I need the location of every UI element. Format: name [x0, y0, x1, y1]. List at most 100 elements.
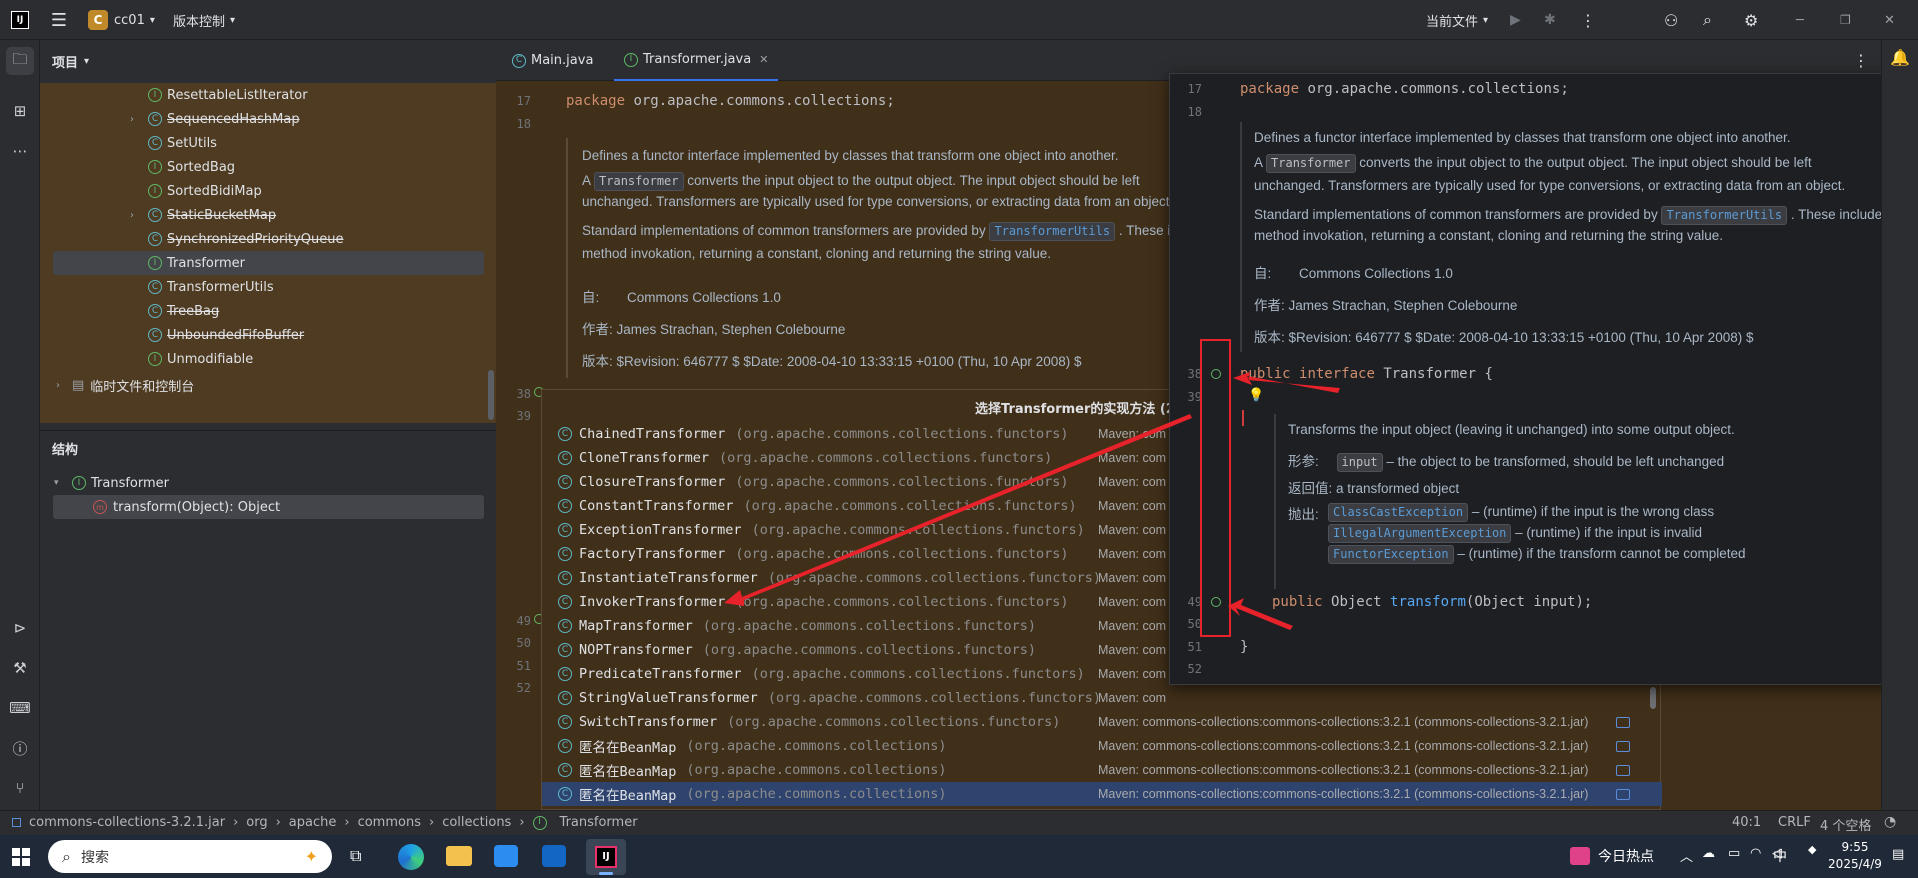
- transformer-utils-chip[interactable]: TransformerUtils: [1661, 206, 1788, 225]
- package-name: org.apache.commons.collections;: [1307, 81, 1569, 97]
- ime-indicator[interactable]: 中: [1773, 846, 1787, 866]
- breadcrumb-item[interactable]: apache: [289, 815, 337, 830]
- run-icon[interactable]: ▶: [1510, 0, 1521, 40]
- add-user-icon[interactable]: ⚇: [1664, 0, 1678, 40]
- breadcrumb-item[interactable]: Transformer: [560, 815, 638, 830]
- project-tree-item[interactable]: C TreeBag: [40, 299, 496, 323]
- project-tree-item[interactable]: I Transformer: [53, 251, 484, 275]
- implementation-item[interactable]: C SwitchTransformer (org.apache.commons.co…: [542, 710, 1662, 734]
- outlook-icon[interactable]: [542, 845, 566, 867]
- exception-chip[interactable]: ClassCastException: [1328, 503, 1469, 522]
- security-icon[interactable]: ◆: [1808, 843, 1816, 856]
- line-number: 17: [1187, 82, 1202, 96]
- intellij-logo-icon[interactable]: IJ: [8, 0, 32, 40]
- param-desc: – the object to be transformed, should b…: [1386, 454, 1725, 469]
- chevron-right-icon[interactable]: ›: [130, 114, 148, 125]
- minimize-icon[interactable]: ─: [1796, 0, 1804, 40]
- lightbulb-icon[interactable]: 💡: [1248, 388, 1264, 403]
- close-tab-icon[interactable]: ✕: [759, 53, 768, 66]
- project-tree-item[interactable]: C SynchronizedPriorityQueue: [40, 227, 496, 251]
- breadcrumb-jar[interactable]: commons-collections-3.2.1.jar: [29, 815, 225, 830]
- notification-center-icon[interactable]: ▤: [1892, 847, 1904, 862]
- restore-icon[interactable]: ❐: [1840, 0, 1851, 40]
- line-separator[interactable]: CRLF: [1778, 815, 1811, 830]
- windows-start-icon[interactable]: [12, 848, 30, 866]
- implementation-item[interactable]: C 匿名在BeanMap (org.apache.commons.collectio…: [542, 734, 1662, 758]
- settings-gear-icon[interactable]: ⚙: [1744, 0, 1758, 40]
- class-icon: C: [512, 53, 526, 68]
- line-number: 50: [1187, 617, 1202, 631]
- implemented-gutter-icon[interactable]: [1211, 597, 1221, 607]
- transformer-utils-chip[interactable]: TransformerUtils: [989, 222, 1116, 241]
- taskbar-search-box[interactable]: ⌕ 搜索 ✦: [48, 840, 332, 873]
- project-switcher[interactable]: C cc01 ▾: [88, 0, 155, 40]
- edge-browser-icon[interactable]: [398, 844, 424, 870]
- project-folder-icon[interactable]: 🗀: [6, 47, 34, 75]
- implementation-item[interactable]: C 匿名在BeanMap (org.apache.commons.collectio…: [542, 758, 1662, 782]
- debug-icon[interactable]: ✱: [1544, 0, 1556, 40]
- implemented-gutter-icon[interactable]: [1211, 369, 1221, 379]
- project-panel-header[interactable]: 项目 ▾: [52, 52, 89, 71]
- breadcrumb-item[interactable]: collections: [442, 815, 511, 830]
- tray-chevron-icon[interactable]: ︿: [1680, 846, 1693, 865]
- project-tree-item[interactable]: C SetUtils: [40, 131, 496, 155]
- tree-scrollbar[interactable]: [488, 370, 494, 420]
- implementation-package: (org.apache.commons.collections.functors…: [767, 570, 1102, 586]
- file-explorer-icon[interactable]: [446, 846, 472, 866]
- project-tree-item[interactable]: I Unmodifiable: [40, 347, 496, 371]
- caret-position[interactable]: 40:1: [1732, 815, 1761, 830]
- breadcrumb-item[interactable]: org: [246, 815, 267, 830]
- terminal-icon[interactable]: ⌨: [6, 694, 34, 722]
- store-icon[interactable]: [494, 845, 518, 867]
- more-tools-icon[interactable]: ⋯: [6, 137, 34, 165]
- implementation-item[interactable]: C 匿名在BeanMap (org.apache.commons.collectio…: [542, 782, 1662, 806]
- vcs-menu[interactable]: 版本控制 ▾: [173, 0, 235, 40]
- tab-transformer-java[interactable]: I Transformer.java ✕: [614, 40, 779, 81]
- project-tree-item[interactable]: I SortedBag: [40, 155, 496, 179]
- notifications-bell-icon[interactable]: 🔔: [1890, 48, 1910, 67]
- project-tree-item[interactable]: C TransformerUtils: [40, 275, 496, 299]
- chevron-right-icon[interactable]: ›: [56, 380, 72, 391]
- scratches-node[interactable]: › ▤ 临时文件和控制台: [40, 373, 496, 397]
- class-icon: C: [148, 328, 162, 342]
- package-statement: package org.apache.commons.collections;: [1240, 81, 1569, 97]
- popup-scrollbar[interactable]: [1650, 687, 1656, 709]
- task-view-icon[interactable]: ⧉: [350, 846, 361, 866]
- clock[interactable]: 9:55 2025/4/9: [1820, 839, 1890, 873]
- news-widget[interactable]: 今日热点: [1570, 846, 1654, 866]
- project-tree-item[interactable]: › C StaticBucketMap: [40, 203, 496, 227]
- chevron-right-icon[interactable]: ›: [130, 210, 148, 221]
- project-tree-item[interactable]: › C SequencedHashMap: [40, 107, 496, 131]
- structure-method[interactable]: m transform(Object): Object: [53, 495, 484, 519]
- implementation-item[interactable]: C StringValueTransformer (org.apache.commo…: [542, 686, 1662, 710]
- transformer-chip[interactable]: Transformer: [594, 172, 684, 191]
- interface-icon: I: [148, 184, 162, 198]
- more-actions-icon[interactable]: ⋮: [1580, 0, 1596, 40]
- wifi-icon[interactable]: ◠: [1750, 846, 1761, 861]
- project-tree-item[interactable]: I ResettableListIterator: [40, 83, 496, 107]
- tab-main-java[interactable]: C Main.java: [512, 40, 593, 81]
- problems-icon[interactable]: ⓘ: [6, 734, 34, 762]
- search-icon[interactable]: ⌕: [1703, 0, 1712, 40]
- build-hammer-icon[interactable]: ⚒: [6, 654, 34, 682]
- main-menu-icon[interactable]: ☰: [48, 0, 70, 40]
- exception-chip[interactable]: IllegalArgumentException: [1328, 524, 1512, 543]
- indent-setting[interactable]: 4 个空格: [1820, 815, 1871, 834]
- project-tree-item[interactable]: C UnboundedFifoBuffer: [40, 323, 496, 347]
- power-save-icon[interactable]: ◔: [1884, 814, 1896, 830]
- exception-chip[interactable]: FunctorException: [1328, 545, 1454, 564]
- implementation-package: (org.apache.commons.collections.functors…: [751, 666, 1085, 682]
- method-name[interactable]: transform: [1390, 594, 1466, 610]
- services-icon[interactable]: ⊳: [6, 614, 34, 642]
- transformer-chip[interactable]: Transformer: [1266, 154, 1356, 173]
- breadcrumb-item[interactable]: commons: [358, 815, 421, 830]
- network-icon[interactable]: ▭: [1728, 846, 1740, 861]
- structure-icon[interactable]: ⊞: [6, 97, 34, 125]
- git-branch-icon[interactable]: ⑂: [6, 774, 34, 802]
- structure-root[interactable]: ▾ I Transformer: [40, 471, 496, 495]
- intellij-taskbar-button[interactable]: IJ: [586, 839, 626, 875]
- run-config-selector[interactable]: 当前文件 ▾: [1426, 0, 1488, 40]
- onedrive-icon[interactable]: ☁: [1702, 846, 1715, 861]
- close-window-icon[interactable]: ✕: [1884, 0, 1895, 40]
- project-tree-item[interactable]: I SortedBidiMap: [40, 179, 496, 203]
